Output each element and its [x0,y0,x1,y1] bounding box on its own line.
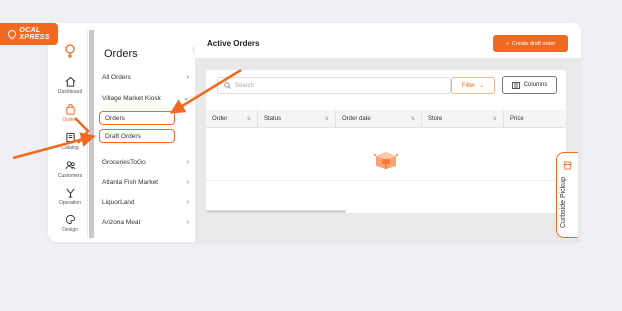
icon-rail: Dashboard Orders Catalog Customers Opera… [52,30,88,238]
create-draft-order-label: Create draft order [511,40,556,47]
column-header-label: Order [212,116,228,122]
subnav-item-label: Village Market Kiosk [102,94,161,102]
rail-item-design[interactable]: Design [52,213,88,239]
column-header-label: Status [264,116,282,122]
chevron-right-icon: › [186,218,189,226]
column-header-order-date[interactable]: Order date ⇅ [336,110,422,128]
subnav-item-label: Orders [105,114,125,122]
column-header-status[interactable]: Status ⇅ [258,110,336,128]
orders-subnav: Orders ☷ All Orders › Village Market Kio… [89,30,206,238]
palette-icon [64,213,76,225]
subnav-item-orders[interactable]: Orders [99,111,175,125]
logo-line1: OCAL [19,27,41,34]
logo-line2: XPRESS [19,34,50,41]
rail-item-operation[interactable]: Operation [52,186,88,212]
subnav-item-label: LiquorLand [102,198,135,206]
book-icon [64,131,76,143]
filter-button[interactable]: Filter ⌄ [451,77,495,94]
location-pin-icon[interactable] [64,44,76,58]
rail-item-customers[interactable]: Customers [52,159,88,185]
store-icon [563,161,572,170]
chevron-right-icon: › [186,198,189,206]
subnav-item-liquorland[interactable]: LiquorLand › [97,195,193,209]
subnav-item-village-market-kiosk[interactable]: Village Market Kiosk ⌄ [97,91,193,105]
column-header-label: Price [510,116,524,122]
search-input[interactable]: Search [217,77,451,94]
sort-icon: ⇅ [246,116,251,122]
columns-label: Columns [523,82,548,88]
bag-icon [64,103,76,115]
subnav-item-label: Draft Orders [105,132,141,140]
sort-icon: ⇅ [324,116,329,122]
rail-item-label: Catalog [61,145,79,151]
chevron-down-icon: ⌄ [479,83,485,89]
subnav-item-label: All Orders [102,73,131,81]
search-placeholder: Search [235,82,255,89]
curbside-pickup-label: Curbside Pickup [560,177,567,228]
sort-icon: ⇅ [410,116,415,122]
rail-item-label: Orders [62,117,78,123]
rail-item-dashboard[interactable]: Dashboard [52,75,88,101]
columns-icon [511,81,520,89]
chevron-right-icon: › [186,73,189,81]
rail-item-label: Dashboard [57,89,83,95]
orders-panel: Search Filter ⌄ Columns Order ⇅ Status ⇅ O… [206,70,566,213]
chevron-right-icon: › [186,158,189,166]
column-header-label: Store [428,116,443,122]
subnav-item-label: Atlanta Fish Market [102,178,158,186]
create-draft-order-button[interactable]: + Create draft order [493,35,568,52]
subnav-item-arizona-meat[interactable]: Arizona Meat › [97,215,193,229]
curbside-pickup-tab[interactable]: Curbside Pickup [556,152,578,238]
subnav-item-groceriestogo[interactable]: GroceriesToGo › [97,155,193,169]
users-icon [64,159,76,171]
subnav-item-label: Arizona Meat [102,218,141,226]
rail-item-catalog[interactable]: Catalog [52,131,88,157]
rail-item-label: Operation [59,200,81,206]
columns-button[interactable]: Columns [502,76,557,94]
home-icon [64,75,76,87]
main-content: Active Orders + Create draft order Searc… [195,30,581,242]
rail-item-label: Design [62,227,78,233]
search-icon [224,82,231,89]
brand-logo[interactable]: OCAL XPRESS [0,23,58,45]
sort-icon: ⇅ [492,116,497,122]
page-title: Active Orders [207,39,260,48]
subnav-item-all-orders[interactable]: All Orders › [97,70,193,84]
column-header-price[interactable]: Price [504,110,566,128]
main-header: Active Orders + Create draft order [195,30,581,58]
empty-box-icon [373,152,399,169]
column-header-label: Order date [342,116,371,122]
plus-icon: + [505,40,509,47]
horizontal-scrollbar[interactable] [206,210,346,213]
column-header-store[interactable]: Store ⇅ [422,110,504,128]
location-pin-icon [6,28,19,40]
chevron-down-icon: ⌄ [183,95,189,102]
subnav-item-atlanta-fish-market[interactable]: Atlanta Fish Market › [97,175,193,189]
table-divider [206,180,566,181]
chevron-right-icon: › [186,178,189,186]
subnav-title: Orders [104,48,138,60]
column-header-order[interactable]: Order ⇅ [206,110,258,128]
filter-label: Filter [461,82,476,89]
subnav-item-draft-orders[interactable]: Draft Orders [99,129,175,143]
rail-item-orders[interactable]: Orders [52,103,88,129]
fork-icon [64,186,76,198]
table-header: Order ⇅ Status ⇅ Order date ⇅ Store ⇅ Price [206,110,566,128]
subnav-item-label: GroceriesToGo [102,158,146,166]
rail-item-label: Customers [57,173,83,179]
